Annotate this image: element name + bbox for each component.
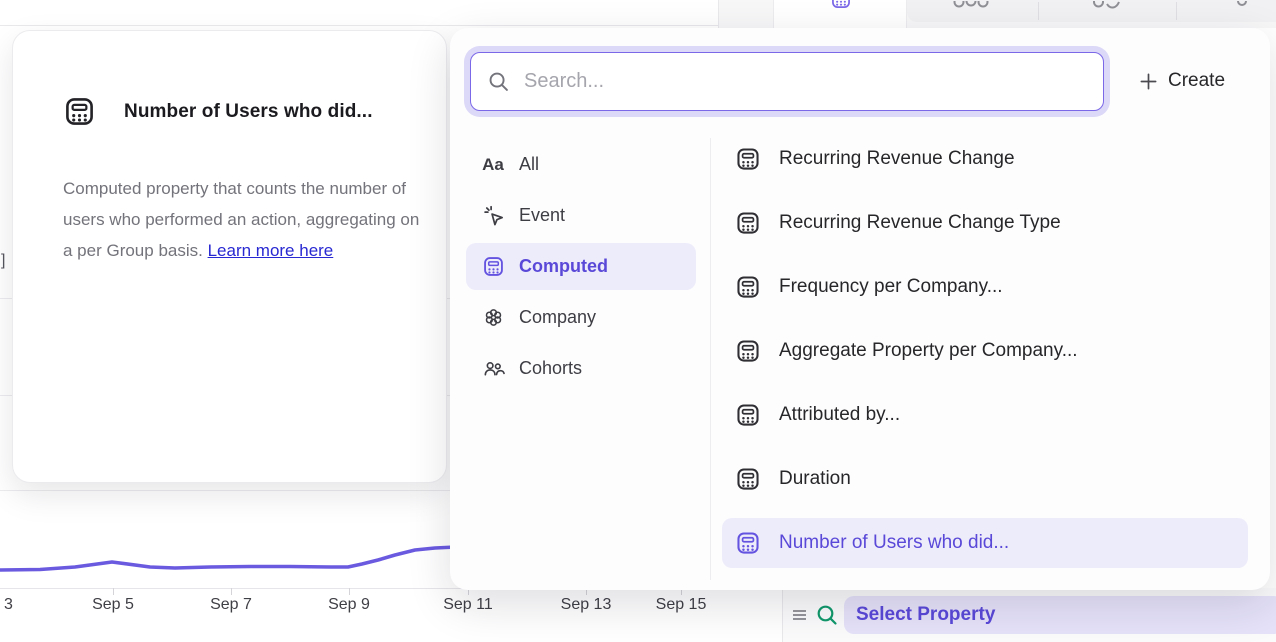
query-builder-row: Select Property xyxy=(782,588,1276,642)
search-icon xyxy=(487,70,510,93)
list-item[interactable]: Frequency per Company... xyxy=(722,262,1248,312)
text-aa-icon: Aa xyxy=(481,155,505,175)
create-button[interactable]: Create xyxy=(1139,70,1225,92)
category-company[interactable]: Company xyxy=(466,294,696,341)
app-screen: ] Sep 3 Sep 5 Sep 7 Sep 9 Sep 11 Sep 13 … xyxy=(0,0,1276,642)
list-item[interactable]: Recurring Revenue Change xyxy=(722,134,1248,184)
drag-handle-icon[interactable] xyxy=(791,607,808,628)
calculator-icon xyxy=(63,95,96,128)
top-bar xyxy=(0,0,718,26)
calculator-icon xyxy=(735,146,761,172)
property-list: Recurring Revenue Change Recurring Reven… xyxy=(722,134,1248,568)
axis-tick xyxy=(349,588,350,595)
retention-curve-icon[interactable] xyxy=(1091,0,1121,18)
axis-tick xyxy=(113,588,114,595)
property-picker-modal: Create Aa All Event xyxy=(450,28,1270,590)
x-tick-label: Sep 15 xyxy=(656,596,707,614)
list-item[interactable]: Duration xyxy=(722,454,1248,504)
list-item[interactable]: Aggregate Property per Company... xyxy=(722,326,1248,376)
cohorts-people-icon xyxy=(481,357,505,380)
tab-separator xyxy=(1038,2,1039,20)
select-property-button[interactable]: Select Property xyxy=(844,596,1276,634)
search-input[interactable] xyxy=(524,70,1064,93)
tooltip-description: Computed property that counts the number… xyxy=(63,173,431,266)
list-item-selected[interactable]: Number of Users who did... xyxy=(722,518,1248,568)
learn-more-link[interactable]: Learn more here xyxy=(208,241,334,260)
x-tick-label: Sep 7 xyxy=(210,596,252,614)
divider xyxy=(710,138,711,580)
dots-icon[interactable] xyxy=(953,0,989,18)
axis-tick xyxy=(231,588,232,595)
calculator-icon xyxy=(735,530,761,556)
plus-icon xyxy=(1139,72,1158,91)
list-item[interactable]: Recurring Revenue Change Type xyxy=(722,198,1248,248)
company-cluster-icon xyxy=(481,306,505,329)
x-tick-label: Sep 9 xyxy=(328,596,370,614)
calculator-icon xyxy=(735,338,761,364)
list-item[interactable]: Attributed by... xyxy=(722,390,1248,440)
calculator-icon xyxy=(830,0,852,15)
tab-strip xyxy=(718,0,1276,28)
truncated-text-fragment: ] xyxy=(1,252,5,270)
category-cohorts[interactable]: Cohorts xyxy=(466,345,696,392)
x-tick-label: Sep 11 xyxy=(443,596,493,614)
calculator-icon xyxy=(735,466,761,492)
category-event[interactable]: Event xyxy=(466,192,696,239)
tooltip-title: Number of Users who did... xyxy=(124,101,373,123)
x-tick-label: Sep 13 xyxy=(561,596,612,614)
property-tooltip-card: Number of Users who did... Computed prop… xyxy=(12,30,447,483)
category-sidebar: Aa All Event xyxy=(466,141,696,392)
category-computed[interactable]: Computed xyxy=(466,243,696,290)
tab-computed-active[interactable] xyxy=(773,0,907,28)
calculator-icon xyxy=(735,274,761,300)
calculator-icon xyxy=(735,402,761,428)
search-field[interactable] xyxy=(470,52,1104,111)
category-all[interactable]: Aa All xyxy=(466,141,696,188)
create-button-label: Create xyxy=(1168,70,1225,92)
select-property-label: Select Property xyxy=(856,604,995,626)
x-tick-label: Sep 5 xyxy=(92,596,134,614)
partial-icon[interactable] xyxy=(1235,0,1249,18)
tab-group xyxy=(907,0,1276,22)
search-icon xyxy=(815,603,839,632)
line-chart xyxy=(0,490,456,590)
calculator-icon xyxy=(481,255,505,278)
tab-separator xyxy=(1176,2,1177,20)
event-click-sparkle-icon xyxy=(481,204,505,227)
calculator-icon xyxy=(735,210,761,236)
x-tick-label: Sep 3 xyxy=(0,596,13,614)
